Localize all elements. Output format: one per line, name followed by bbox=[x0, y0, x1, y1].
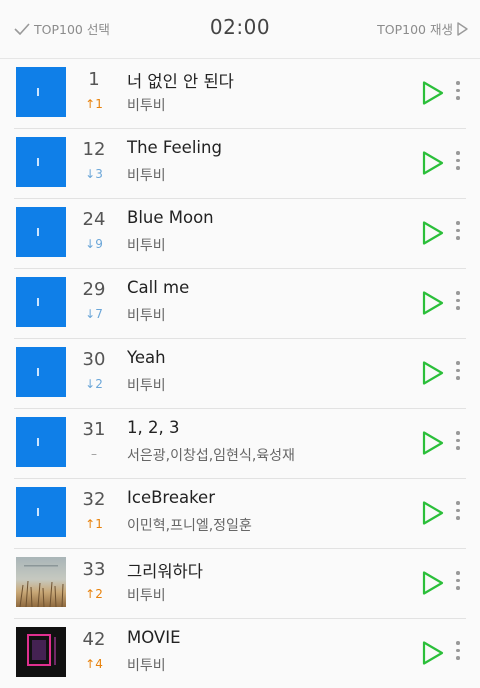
album-logo-icon bbox=[37, 158, 39, 166]
play-icon[interactable] bbox=[421, 430, 445, 456]
song-title: 그리워하다 bbox=[127, 562, 203, 581]
rank-change: ↓9 bbox=[85, 237, 103, 251]
rank-change: ↓2 bbox=[85, 377, 103, 391]
rank-change: ↑2 bbox=[85, 587, 103, 601]
play-icon[interactable] bbox=[421, 220, 445, 246]
more-icon[interactable] bbox=[452, 361, 464, 383]
play-outline-icon bbox=[457, 21, 468, 36]
song-row[interactable]: 33 ↑2 그리워하다 비투비 bbox=[14, 549, 466, 619]
rank-number: 31 bbox=[82, 419, 106, 440]
song-title: Call me bbox=[127, 278, 190, 297]
song-artist: 서은광,이창섭,임현식,육성재 bbox=[127, 448, 295, 464]
rank-change: ↓7 bbox=[85, 307, 103, 321]
song-row[interactable]: 42 ↑4 MOVIE 비투비 bbox=[14, 619, 466, 688]
song-artist: 비투비 bbox=[127, 238, 166, 254]
song-title: Blue Moon bbox=[127, 208, 214, 227]
rank-change: ↑1 bbox=[85, 97, 103, 111]
song-row[interactable]: 24 ↓9 Blue Moon 비투비 bbox=[14, 199, 466, 269]
song-list: 1 ↑1 너 없인 안 된다 비투비 12 ↓3 The Feeling 비투비… bbox=[14, 59, 466, 688]
play-icon[interactable] bbox=[421, 80, 445, 106]
album-art bbox=[16, 207, 66, 257]
more-icon[interactable] bbox=[452, 151, 464, 173]
album-logo-icon bbox=[37, 438, 39, 446]
song-title: Yeah bbox=[127, 348, 166, 367]
more-icon[interactable] bbox=[452, 81, 464, 103]
album-logo-icon bbox=[37, 508, 39, 516]
song-artist: 비투비 bbox=[127, 378, 166, 394]
more-icon[interactable] bbox=[452, 221, 464, 243]
song-row[interactable]: 1 ↑1 너 없인 안 된다 비투비 bbox=[14, 59, 466, 129]
song-title: MOVIE bbox=[127, 628, 181, 647]
rank-change: ↓3 bbox=[85, 167, 103, 181]
album-art bbox=[16, 277, 66, 327]
album-art bbox=[16, 417, 66, 467]
album-art bbox=[16, 67, 66, 117]
more-icon[interactable] bbox=[452, 571, 464, 593]
album-logo-icon bbox=[37, 88, 39, 96]
play-icon[interactable] bbox=[421, 290, 445, 316]
neon-frame-image bbox=[27, 634, 56, 666]
rank-number: 29 bbox=[82, 279, 106, 300]
album-art bbox=[16, 347, 66, 397]
song-artist: 비투비 bbox=[127, 308, 166, 324]
song-artist: 비투비 bbox=[127, 658, 166, 674]
song-row[interactable]: 30 ↓2 Yeah 비투비 bbox=[14, 339, 466, 409]
song-artist: 비투비 bbox=[127, 98, 166, 114]
song-row[interactable]: 32 ↑1 IceBreaker 이민혁,프니엘,정일훈 bbox=[14, 479, 466, 549]
more-icon[interactable] bbox=[452, 431, 464, 453]
play-icon[interactable] bbox=[421, 150, 445, 176]
more-icon[interactable] bbox=[452, 501, 464, 523]
song-title: 1, 2, 3 bbox=[127, 418, 180, 437]
song-artist: 이민혁,프니엘,정일훈 bbox=[127, 518, 252, 534]
album-art bbox=[16, 557, 66, 607]
play-icon[interactable] bbox=[421, 500, 445, 526]
rank-number: 24 bbox=[82, 209, 106, 230]
play-icon[interactable] bbox=[421, 570, 445, 596]
album-art bbox=[16, 137, 66, 187]
rank-change: – bbox=[91, 447, 97, 461]
album-logo-icon bbox=[37, 228, 39, 236]
song-row[interactable]: 31 – 1, 2, 3 서은광,이창섭,임현식,육성재 bbox=[14, 409, 466, 479]
rank-number: 32 bbox=[82, 489, 106, 510]
wheat-field-image bbox=[19, 565, 64, 607]
song-row[interactable]: 12 ↓3 The Feeling 비투비 bbox=[14, 129, 466, 199]
top100-play-label: TOP100 재생 bbox=[377, 22, 453, 37]
song-artist: 비투비 bbox=[127, 168, 166, 184]
more-icon[interactable] bbox=[452, 641, 464, 663]
album-logo-icon bbox=[37, 298, 39, 306]
play-icon[interactable] bbox=[421, 360, 445, 386]
rank-number: 30 bbox=[82, 349, 106, 370]
rank-number: 33 bbox=[82, 559, 106, 580]
more-icon[interactable] bbox=[452, 291, 464, 313]
song-row[interactable]: 29 ↓7 Call me 비투비 bbox=[14, 269, 466, 339]
top100-play-button[interactable]: TOP100 재생 bbox=[377, 19, 468, 38]
album-art bbox=[16, 627, 66, 677]
song-title: The Feeling bbox=[127, 138, 222, 157]
play-icon[interactable] bbox=[421, 640, 445, 666]
rank-number: 1 bbox=[88, 69, 100, 90]
song-title: IceBreaker bbox=[127, 488, 215, 507]
rank-change: ↑4 bbox=[85, 657, 103, 671]
song-title: 너 없인 안 된다 bbox=[127, 72, 234, 91]
song-artist: 비투비 bbox=[127, 588, 166, 604]
rank-number: 12 bbox=[82, 139, 106, 160]
album-art bbox=[16, 487, 66, 537]
rank-change: ↑1 bbox=[85, 517, 103, 531]
album-logo-icon bbox=[37, 368, 39, 376]
rank-number: 42 bbox=[82, 629, 106, 650]
top-bar: TOP100 선택 02:00 TOP100 재생 bbox=[0, 0, 480, 59]
